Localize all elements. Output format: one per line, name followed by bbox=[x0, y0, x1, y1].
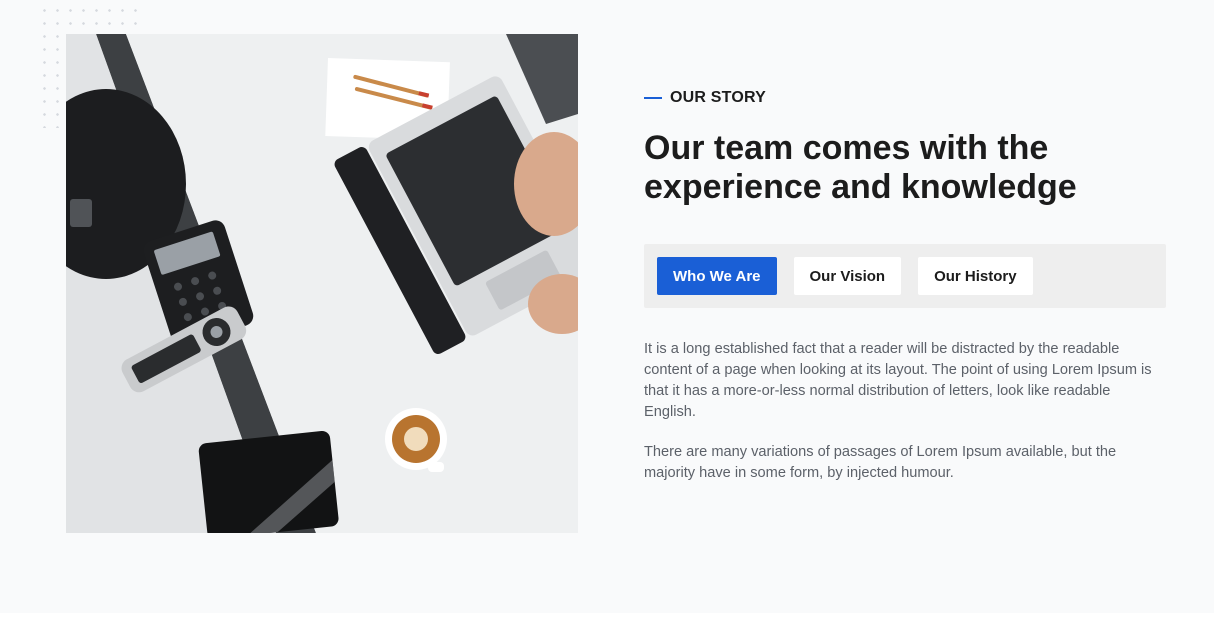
office-desk-photo bbox=[66, 34, 578, 533]
paragraph-1: It is a long established fact that a rea… bbox=[644, 341, 1152, 420]
tab-who-we-are[interactable]: Who We Are bbox=[657, 257, 777, 295]
tab-our-history[interactable]: Our History bbox=[918, 257, 1033, 295]
section-eyebrow: OUR STORY bbox=[644, 88, 1166, 108]
story-section: OUR STORY Our team comes with the experi… bbox=[644, 88, 1166, 503]
tab-content: It is a long established fact that a rea… bbox=[644, 339, 1166, 484]
paragraph-2: There are many variations of passages of… bbox=[644, 444, 1117, 481]
eyebrow-text: OUR STORY bbox=[670, 89, 767, 106]
eyebrow-accent-line bbox=[644, 97, 662, 99]
tab-our-vision[interactable]: Our Vision bbox=[793, 257, 902, 295]
section-title: Our team comes with the experience and k… bbox=[644, 129, 1077, 206]
tab-bar: Who We Are Our Vision Our History bbox=[644, 244, 1166, 308]
page-bottom-band bbox=[0, 613, 1214, 632]
